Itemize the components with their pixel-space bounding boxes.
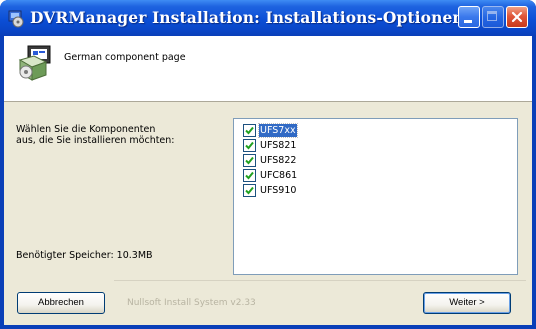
maximize-button[interactable] xyxy=(482,6,504,28)
close-button[interactable] xyxy=(506,6,528,28)
branding-text: Nullsoft Install System v2.33 xyxy=(127,298,256,308)
component-checkbox[interactable] xyxy=(243,154,256,167)
minimize-button[interactable] xyxy=(458,6,480,28)
component-checkbox[interactable] xyxy=(243,139,256,152)
component-checkbox[interactable] xyxy=(243,169,256,182)
space-required-text: Benötigter Speicher: 10.3MB xyxy=(16,250,153,261)
instructions-line1: Wählen Sie die Komponenten xyxy=(16,124,156,135)
close-icon xyxy=(511,11,523,23)
checkmark-icon xyxy=(245,156,254,165)
checkmark-icon xyxy=(245,141,254,150)
instructions: Wählen Sie die Komponenten aus, die Sie … xyxy=(16,124,216,146)
checkmark-icon xyxy=(245,186,254,195)
installer-box-icon xyxy=(18,45,51,81)
installer-icon xyxy=(8,10,24,28)
window-title: DVRManager Installation: Installations-O… xyxy=(30,8,464,27)
component-label[interactable]: UFS910 xyxy=(259,184,297,197)
instructions-line2: aus, die Sie installieren möchten: xyxy=(16,135,175,146)
components-list[interactable]: UFS7xx UFS821 UFS822 UFC861 UFS910 xyxy=(233,118,518,275)
header-panel: German component page xyxy=(4,36,532,101)
dialog-body: German component page Wählen Sie die Kom… xyxy=(4,36,532,325)
component-checkbox[interactable] xyxy=(243,124,256,137)
component-label[interactable]: UFS821 xyxy=(259,139,297,152)
footer-divider xyxy=(114,280,526,281)
component-label[interactable]: UFC861 xyxy=(259,169,298,182)
component-label[interactable]: UFS7xx xyxy=(258,123,298,138)
cancel-button[interactable]: Abbrechen xyxy=(17,292,105,314)
next-button[interactable]: Weiter > xyxy=(423,292,511,314)
checkmark-icon xyxy=(245,171,254,180)
title-bar[interactable]: DVRManager Installation: Installations-O… xyxy=(0,0,536,36)
header-text: German component page xyxy=(64,52,186,63)
installer-window: DVRManager Installation: Installations-O… xyxy=(0,0,536,329)
component-checkbox[interactable] xyxy=(243,184,256,197)
checkmark-icon xyxy=(245,126,254,135)
header-divider xyxy=(4,101,532,102)
component-label[interactable]: UFS822 xyxy=(259,154,297,167)
